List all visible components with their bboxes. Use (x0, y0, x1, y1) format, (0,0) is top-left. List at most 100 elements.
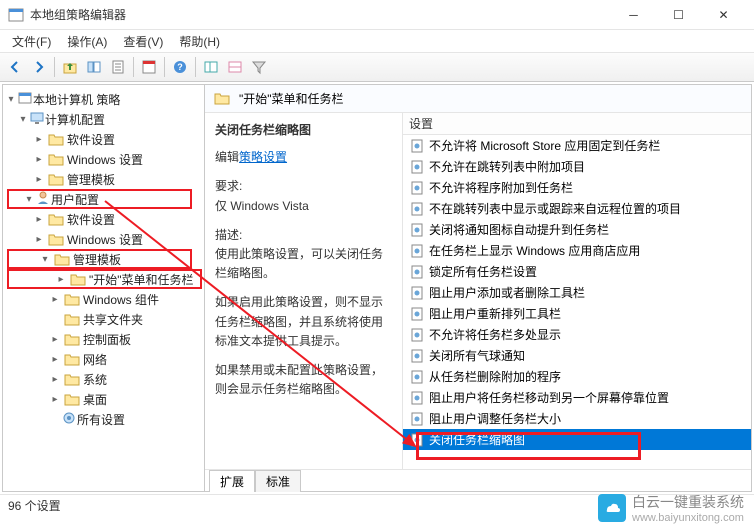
tree-uc-all[interactable]: 所有设置 (3, 409, 204, 429)
policy-title: 关闭任务栏缩略图 (215, 121, 392, 140)
back-button[interactable] (4, 56, 26, 78)
policy-item-icon (409, 138, 425, 154)
policy-item-icon (409, 327, 425, 343)
chevron-right-icon[interactable]: ▸ (33, 154, 45, 165)
folder-icon (214, 92, 230, 105)
policy-item-icon (409, 348, 425, 364)
settings-list[interactable]: 设置 不允许将 Microsoft Store 应用固定到任务栏不允许在跳转列表… (403, 113, 751, 469)
settings-list-item[interactable]: 阻止用户添加或者删除工具栏 (403, 282, 751, 303)
settings-list-item[interactable]: 不在跳转列表中显示或跟踪来自远程位置的项目 (403, 198, 751, 219)
chevron-down-icon[interactable]: ▾ (39, 254, 51, 265)
tree-cc-admin[interactable]: ▸管理模板 (3, 169, 204, 189)
settings-list-item-label: 不允许在跳转列表中附加项目 (429, 158, 585, 175)
settings-list-item[interactable]: 关闭所有气球通知 (403, 345, 751, 366)
tree-uc-system[interactable]: ▸系统 (3, 369, 204, 389)
menu-file[interactable]: 文件(F) (4, 31, 59, 52)
tree-uc-start[interactable]: ▸"开始"菜单和任务栏 (7, 269, 202, 289)
requirements-value: 仅 Windows Vista (215, 197, 392, 216)
settings-list-item[interactable]: 在任务栏上显示 Windows 应用商店应用 (403, 240, 751, 261)
filter-button[interactable] (248, 56, 270, 78)
folder-icon (64, 293, 80, 306)
description-para-2: 如果启用此策略设置，则不显示任务栏缩略图，并且系统将使用标准文本提供工具提示。 (215, 293, 392, 351)
chevron-down-icon[interactable]: ▾ (17, 114, 29, 125)
chevron-right-icon[interactable]: ▸ (49, 294, 61, 305)
settings-list-item-label: 不允许将程序附加到任务栏 (429, 179, 573, 196)
show-hide-tree-button[interactable] (83, 56, 105, 78)
chevron-right-icon[interactable]: ▸ (49, 354, 61, 365)
settings-list-item[interactable]: 锁定所有任务栏设置 (403, 261, 751, 282)
tree-uc-network[interactable]: ▸网络 (3, 349, 204, 369)
chevron-right-icon[interactable]: ▸ (55, 274, 67, 285)
folder-icon (54, 253, 70, 266)
settings-list-item[interactable]: 关闭将通知图标自动提升到任务栏 (403, 219, 751, 240)
policy-item-icon (409, 180, 425, 196)
menu-help[interactable]: 帮助(H) (171, 31, 228, 52)
policy-item-icon (409, 201, 425, 217)
minimize-button[interactable]: ─ (611, 0, 656, 30)
detail-tabs: 扩展 标准 (205, 469, 751, 491)
tree-computer-config[interactable]: ▾计算机配置 (3, 109, 204, 129)
menu-view[interactable]: 查看(V) (115, 31, 171, 52)
settings-list-item[interactable]: 从任务栏删除附加的程序 (403, 366, 751, 387)
chevron-right-icon[interactable]: ▸ (49, 394, 61, 405)
tab-extended[interactable]: 扩展 (209, 470, 255, 492)
list-header-setting[interactable]: 设置 (403, 113, 751, 135)
chevron-right-icon[interactable]: ▸ (33, 174, 45, 185)
toolbar-separator (54, 57, 55, 77)
description-para-3: 如果禁用或未配置此策略设置，则会显示任务栏缩略图。 (215, 361, 392, 399)
tree-root[interactable]: ▾本地计算机 策略 (3, 89, 204, 109)
tree-uc-software[interactable]: ▸软件设置 (3, 209, 204, 229)
tab-standard[interactable]: 标准 (255, 470, 301, 492)
toolbar-separator (164, 57, 165, 77)
maximize-button[interactable]: ☐ (656, 0, 701, 30)
edit-policy-link[interactable]: 策略设置 (239, 148, 287, 167)
settings-list-item[interactable]: 阻止用户重新排列工具栏 (403, 303, 751, 324)
tree-uc-admin[interactable]: ▾管理模板 (7, 249, 192, 269)
settings-list-item[interactable]: 不允许将任务栏多处显示 (403, 324, 751, 345)
watermark: 白云一键重装系统 www.baiyunxitong.com (598, 492, 744, 524)
settings-list-item[interactable]: 不允许将程序附加到任务栏 (403, 177, 751, 198)
settings-list-item[interactable]: 阻止用户将任务栏移动到另一个屏幕停靠位置 (403, 387, 751, 408)
tree-uc-control[interactable]: ▸控制面板 (3, 329, 204, 349)
settings-list-item[interactable]: 阻止用户调整任务栏大小 (403, 408, 751, 429)
settings-list-item[interactable]: 不允许在跳转列表中附加项目 (403, 156, 751, 177)
tree-uc-windows[interactable]: ▸Windows 设置 (3, 229, 204, 249)
settings-list-item-label: 阻止用户将任务栏移动到另一个屏幕停靠位置 (429, 389, 669, 406)
chevron-down-icon[interactable]: ▾ (5, 94, 17, 105)
policy-item-icon (409, 369, 425, 385)
policy-item-icon (409, 264, 425, 280)
menu-action[interactable]: 操作(A) (59, 31, 115, 52)
view-button-1[interactable] (200, 56, 222, 78)
policy-item-icon (409, 411, 425, 427)
tree-user-config[interactable]: ▾用户配置 (7, 189, 192, 209)
settings-list-item-label: 关闭任务栏缩略图 (429, 431, 525, 448)
settings-list-item[interactable]: 关闭任务栏缩略图 (403, 429, 751, 450)
toolbar-separator (195, 57, 196, 77)
chevron-right-icon[interactable]: ▸ (33, 134, 45, 145)
chevron-down-icon[interactable]: ▾ (23, 194, 35, 205)
folder-icon (64, 353, 80, 366)
tree-cc-windows[interactable]: ▸Windows 设置 (3, 149, 204, 169)
settings-list-item[interactable]: 不允许将 Microsoft Store 应用固定到任务栏 (403, 135, 751, 156)
forward-button[interactable] (28, 56, 50, 78)
close-button[interactable]: ✕ (701, 0, 746, 30)
chevron-right-icon[interactable]: ▸ (49, 374, 61, 385)
chevron-right-icon[interactable]: ▸ (33, 234, 45, 245)
properties-button[interactable] (138, 56, 160, 78)
chevron-right-icon[interactable]: ▸ (33, 214, 45, 225)
tree-uc-desktop[interactable]: ▸桌面 (3, 389, 204, 409)
help-button[interactable]: ? (169, 56, 191, 78)
policy-item-icon (409, 222, 425, 238)
detail-pane: "开始"菜单和任务栏 关闭任务栏缩略图 编辑策略设置 要求: 仅 Windows… (205, 85, 751, 491)
tree-pane[interactable]: ▾本地计算机 策略 ▾计算机配置 ▸软件设置 ▸Windows 设置 ▸管理模板… (3, 85, 205, 491)
policy-item-icon (409, 285, 425, 301)
view-button-2[interactable] (224, 56, 246, 78)
settings-list-item-label: 阻止用户添加或者删除工具栏 (429, 284, 585, 301)
tree-uc-wincomp[interactable]: ▸Windows 组件 (3, 289, 204, 309)
chevron-right-icon[interactable]: ▸ (49, 334, 61, 345)
tree-cc-software[interactable]: ▸软件设置 (3, 129, 204, 149)
export-list-button[interactable] (107, 56, 129, 78)
watermark-text: 白云一键重装系统 (632, 492, 744, 512)
up-button[interactable] (59, 56, 81, 78)
tree-uc-shared[interactable]: 共享文件夹 (3, 309, 204, 329)
